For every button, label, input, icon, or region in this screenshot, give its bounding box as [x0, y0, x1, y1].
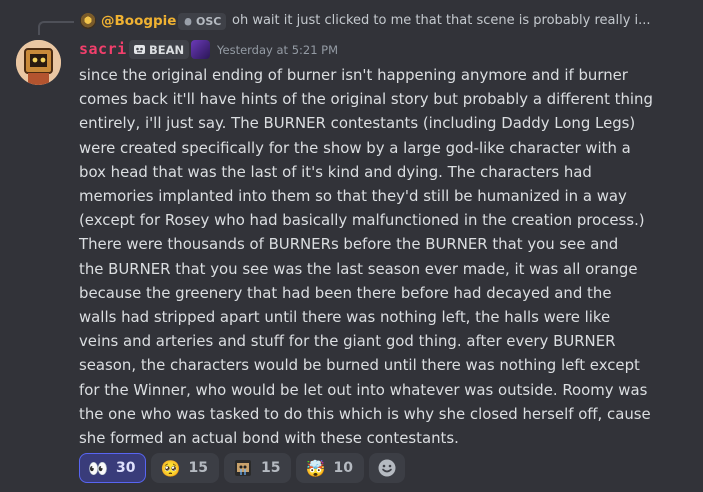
server-tag-label: BEAN [149, 42, 185, 57]
message-line: for the Winner, who would be let out int… [79, 380, 648, 399]
exploding-head-icon: 🤯 [305, 458, 326, 478]
message-line: because the greenery that had been there… [79, 283, 612, 302]
reply-spine [38, 21, 74, 35]
message-line: the one who was tasked to do this which … [79, 404, 651, 423]
role-icon[interactable] [191, 40, 210, 59]
avatar[interactable] [16, 40, 61, 85]
smiley-add-icon [378, 459, 396, 477]
blob-icon [184, 17, 192, 25]
reaction-exploding-head[interactable]: 🤯 10 [296, 453, 364, 483]
message-line: (except for Rosey who had basically malf… [79, 211, 645, 230]
avatar-image [16, 40, 61, 85]
reaction-pleading-face[interactable]: 🥺 15 [151, 453, 219, 483]
message-line: memories implanted into them so that the… [79, 187, 627, 206]
server-tag[interactable]: BEAN [129, 40, 190, 59]
message-line: walls had stripped apart until there was… [79, 308, 611, 327]
reply-content[interactable]: oh wait it just clicked to me that that … [232, 13, 650, 28]
add-reaction-button[interactable] [368, 453, 405, 483]
reply-tag-label: OSC [196, 15, 222, 28]
message-line: box head that was the last of it's kind … [79, 162, 592, 181]
reaction-eyes[interactable]: 👀 30 [79, 453, 147, 483]
reaction-count: 15 [188, 460, 208, 476]
reply-avatar[interactable] [80, 13, 96, 29]
message-line: veins and arteries and stuff for the gia… [79, 332, 616, 351]
reaction-count: 10 [333, 460, 353, 476]
eyes-icon: 👀 [88, 458, 108, 478]
author-name[interactable]: sacri [79, 40, 127, 58]
message-line: entirely, i'll just say. The BURNER cont… [79, 114, 636, 133]
pleading-face-icon: 🥺 [160, 458, 181, 478]
timestamp[interactable]: Yesterday at 5:21 PM [217, 43, 338, 57]
bean-tag-icon [134, 45, 145, 54]
message-line: she formed an actual bond with these con… [79, 429, 459, 448]
reaction-count: 30 [116, 460, 136, 476]
message-line: were created specifically for the show b… [79, 138, 631, 157]
reply-server-tag[interactable]: OSC [178, 13, 227, 30]
message-line: the BURNER that you see was the last sea… [79, 259, 638, 278]
reactions-bar: 👀 30 🥺 15 15 🤯 10 [79, 453, 405, 483]
reaction-custom-crying[interactable]: 15 [223, 453, 292, 483]
custom-crying-icon [233, 458, 253, 478]
message-line: season, the characters would be burned u… [79, 356, 640, 375]
message-content: since the original ending of burner isn'… [79, 63, 659, 450]
message-line: comes back it'll have hints of the origi… [79, 90, 653, 109]
message-line: There were thousands of BURNERs before t… [79, 235, 619, 254]
reply-author[interactable]: @Boogpie [101, 13, 176, 29]
reaction-count: 15 [260, 460, 281, 476]
message-line: since the original ending of burner isn'… [79, 66, 628, 84]
